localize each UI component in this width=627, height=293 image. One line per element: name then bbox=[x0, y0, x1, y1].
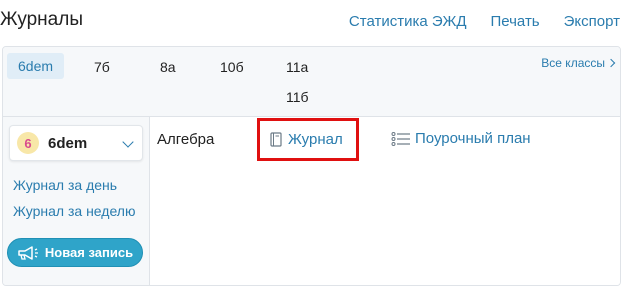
print-link[interactable]: Печать bbox=[490, 13, 539, 30]
class-tabs: 6dem 7б 8а 10б 11а 11б Все классы bbox=[3, 47, 620, 117]
header-links: Статистика ЭЖД Печать Экспорт bbox=[349, 13, 620, 30]
subject-name: Алгебра bbox=[157, 131, 215, 148]
lesson-plan-link[interactable]: Поурочный план bbox=[391, 130, 531, 147]
all-classes-link[interactable]: Все классы bbox=[541, 56, 616, 70]
statistics-link[interactable]: Статистика ЭЖД bbox=[349, 13, 467, 30]
new-entry-button[interactable]: Новая запись bbox=[7, 238, 143, 267]
lesson-plan-label: Поурочный план bbox=[415, 130, 531, 147]
list-icon bbox=[391, 131, 410, 146]
chevron-down-icon bbox=[122, 136, 134, 148]
megaphone-icon bbox=[18, 245, 38, 260]
weekly-journal-link[interactable]: Журнал за неделю bbox=[13, 203, 135, 219]
export-link[interactable]: Экспорт bbox=[564, 13, 620, 30]
chevron-right-icon bbox=[606, 58, 616, 68]
class-tab-7b[interactable]: 7б bbox=[94, 59, 110, 75]
all-classes-label: Все классы bbox=[541, 56, 605, 70]
class-tab-6dem[interactable]: 6dem bbox=[7, 53, 65, 79]
class-selector-label: 6dem bbox=[48, 134, 88, 152]
notebook-icon bbox=[270, 132, 282, 147]
daily-journal-link[interactable]: Журнал за день bbox=[13, 177, 117, 193]
journal-link[interactable]: Журнал bbox=[270, 131, 343, 148]
class-tab-10b[interactable]: 10б bbox=[220, 59, 244, 75]
page-title: Журналы bbox=[0, 9, 83, 30]
class-tab-8a[interactable]: 8а bbox=[160, 59, 176, 75]
sidebar: 6 6dem Журнал за день Журнал за неделю Н… bbox=[3, 117, 150, 285]
journals-panel: 6dem 7б 8а 10б 11а 11б Все классы 6 6dem… bbox=[2, 46, 621, 286]
class-tab-11b[interactable]: 11б bbox=[286, 89, 309, 105]
journal-link-label: Журнал bbox=[288, 131, 343, 148]
new-entry-label: Новая запись bbox=[44, 245, 134, 260]
class-badge-icon: 6 bbox=[17, 132, 39, 154]
highlight-box: Журнал bbox=[257, 118, 359, 161]
class-selector[interactable]: 6 6dem bbox=[9, 125, 143, 161]
main-content: Алгебра Журнал Поурочный план bbox=[151, 117, 620, 285]
class-tab-11a[interactable]: 11а bbox=[286, 59, 308, 75]
